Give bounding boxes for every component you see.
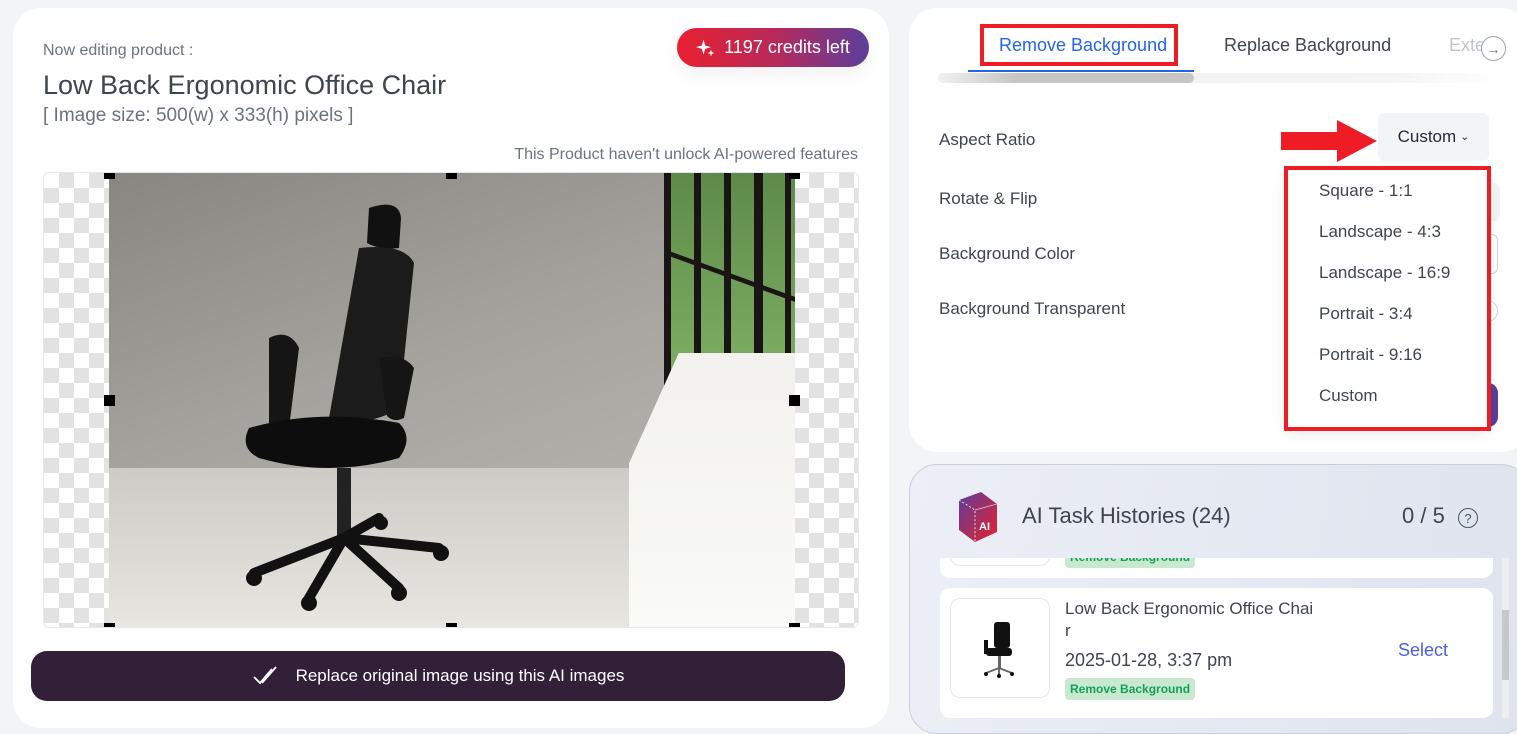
crop-handle-bm[interactable] [446, 623, 457, 627]
tabs-scroll-thumb[interactable] [938, 73, 1194, 83]
replace-button-label: Replace original image using this AI ima… [295, 666, 625, 685]
rotate-flip-label: Rotate & Flip [939, 189, 1038, 208]
aspect-ratio-value: Custom [1397, 127, 1457, 146]
svg-text:AI: AI [979, 521, 990, 533]
replace-original-button[interactable]: Replace original image using this AI ima… [31, 651, 845, 701]
crop-handle-tr[interactable] [789, 173, 800, 179]
editor-panel: Now editing product : Low Back Ergonomic… [13, 8, 889, 728]
history-thumbnail [950, 558, 1050, 566]
product-title: Low Back Ergonomic Office Chair [43, 70, 447, 100]
dropdown-option-portrait-3-4[interactable]: Portrait - 3:4 [1319, 304, 1413, 324]
sparkle-icon [696, 39, 715, 56]
image-canvas[interactable] [43, 172, 859, 628]
product-photo [109, 173, 795, 627]
history-scroll-thumb[interactable] [1502, 610, 1509, 680]
history-select-button[interactable]: Select [1398, 640, 1448, 661]
active-tab-underline [968, 70, 1194, 72]
dropdown-option-portrait-9-16[interactable]: Portrait - 9:16 [1319, 345, 1422, 365]
aspect-ratio-dropdown: Square - 1:1 Landscape - 4:3 Landscape -… [1287, 169, 1488, 428]
office-chair-image [245, 204, 449, 611]
history-tag: Remove Background [1065, 678, 1196, 700]
ai-cube-icon: AI [958, 492, 998, 542]
history-thumbnail [950, 598, 1050, 698]
crop-handle-ml[interactable] [104, 395, 115, 406]
history-item-date: 2025-01-28, 3:37 pm [1065, 650, 1233, 670]
history-list[interactable]: Remove Background Low Back Ergonomic Off… [940, 558, 1496, 718]
history-item: Remove Background [940, 558, 1493, 578]
help-icon[interactable]: ? [1458, 508, 1478, 528]
unlock-note: This Product haven't unlock AI-powered f… [514, 146, 858, 163]
crop-handle-bl[interactable] [104, 623, 115, 627]
double-check-icon [252, 666, 277, 685]
tab-remove-background[interactable]: Remove Background [999, 35, 1167, 56]
history-item: Low Back Ergonomic Office Chair 2025-01-… [940, 588, 1493, 718]
history-quota: 0 / 5 [1402, 503, 1445, 528]
now-editing-label: Now editing product : [43, 42, 194, 59]
aspect-ratio-select[interactable]: Custom ⌄ [1378, 113, 1489, 161]
dropdown-option-square[interactable]: Square - 1:1 [1319, 181, 1413, 201]
history-tag: Remove Background [1065, 558, 1196, 568]
dropdown-option-landscape-16-9[interactable]: Landscape - 16:9 [1319, 263, 1450, 283]
history-title: AI Task Histories (24) [1022, 503, 1231, 528]
dropdown-option-custom[interactable]: Custom [1319, 386, 1378, 406]
image-size-info: [ Image size: 500(w) x 333(h) pixels ] [43, 105, 354, 126]
background-color-label: Background Color [939, 244, 1076, 263]
chevron-down-icon: ⌄ [1460, 130, 1470, 143]
tab-replace-background[interactable]: Replace Background [1224, 35, 1391, 56]
crop-handle-mr[interactable] [789, 395, 800, 406]
aspect-ratio-label: Aspect Ratio [939, 130, 1036, 149]
chair-thumbnail-icon [984, 622, 1014, 678]
history-item-name: Low Back Ergonomic Office Chair [1065, 599, 1314, 640]
credits-text: 1197 credits left [724, 37, 850, 57]
dropdown-option-landscape-4-3[interactable]: Landscape - 4:3 [1319, 222, 1441, 242]
crop-handle-tl[interactable] [104, 173, 115, 179]
tabs-next-arrow-icon[interactable]: → [1481, 36, 1506, 61]
crop-handle-br[interactable] [789, 623, 800, 627]
credits-badge[interactable]: 1197 credits left [677, 28, 869, 67]
crop-handle-tm[interactable] [446, 173, 457, 179]
annotation-arrow-icon [1281, 120, 1377, 162]
background-transparent-label: Background Transparent [939, 299, 1126, 318]
